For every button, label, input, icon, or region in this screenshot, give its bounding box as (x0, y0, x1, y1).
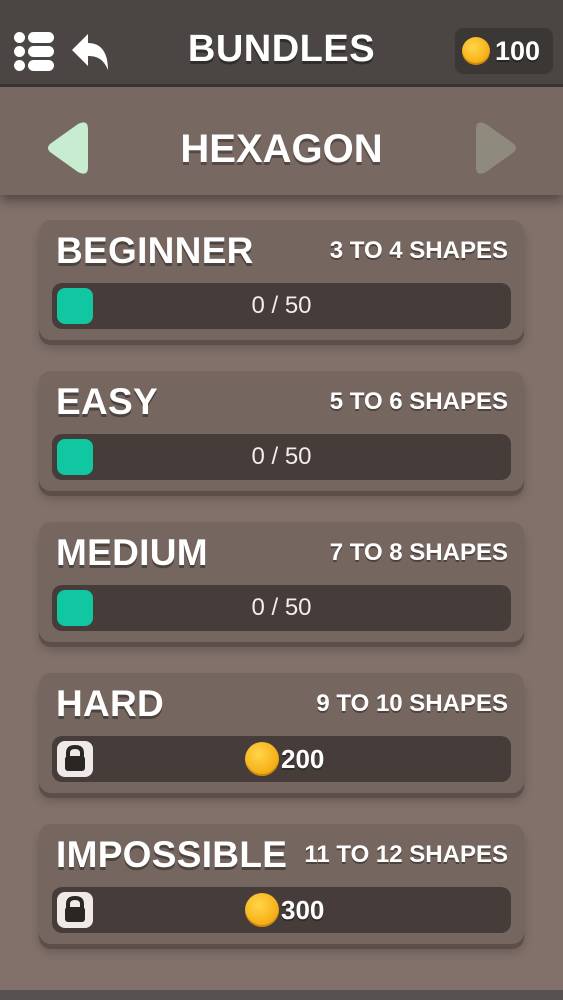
level-name: IMPOSSIBLE (56, 834, 288, 875)
level-shapes: 5 TO 6 SHAPES (329, 388, 508, 415)
coin-icon (245, 742, 279, 776)
level-shapes: 7 TO 8 SHAPES (329, 539, 508, 566)
unlock-bar: 300 (52, 887, 511, 933)
progress-text: 0 / 50 (251, 594, 312, 621)
unlock-bar: 200 (52, 736, 511, 782)
top-bar: BUNDLES 100 (0, 0, 563, 84)
progress-text: 0 / 50 (251, 443, 312, 470)
level-card-hard[interactable]: HARD 9 TO 10 SHAPES 200 (39, 673, 524, 793)
level-shapes: 9 TO 10 SHAPES (316, 690, 508, 717)
bottom-divider (0, 990, 563, 1000)
progress-text: 0 / 50 (251, 292, 312, 319)
level-name: BEGINNER (56, 230, 254, 271)
level-card-beginner[interactable]: BEGINNER 3 TO 4 SHAPES 0 / 50 (39, 220, 524, 340)
progress-bar: 0 / 50 (52, 585, 511, 631)
level-card-easy[interactable]: EASY 5 TO 6 SHAPES 0 / 50 (39, 371, 524, 491)
progress-bar: 0 / 50 (52, 283, 511, 329)
coin-icon (245, 893, 279, 927)
category-header: HEXAGON (0, 87, 563, 195)
price-text: 300 (281, 894, 325, 925)
progress-bar: 0 / 50 (52, 434, 511, 480)
triangle-right-icon[interactable] (474, 121, 520, 175)
level-name: EASY (56, 381, 158, 422)
price-text: 200 (281, 743, 325, 774)
level-shapes: 3 TO 4 SHAPES (329, 237, 508, 264)
coin-icon (462, 37, 490, 65)
lock-icon (57, 741, 93, 777)
lock-icon (57, 892, 93, 928)
level-shapes: 11 TO 12 SHAPES (304, 841, 508, 868)
level-card-impossible[interactable]: IMPOSSIBLE 11 TO 12 SHAPES 300 (39, 824, 524, 944)
coin-balance: 100 (455, 28, 553, 74)
level-name: MEDIUM (56, 532, 208, 573)
level-name: HARD (56, 683, 165, 724)
coin-amount: 100 (495, 36, 541, 66)
unlock-price: 300 (245, 893, 324, 927)
unlock-price: 200 (245, 742, 324, 776)
level-card-medium[interactable]: MEDIUM 7 TO 8 SHAPES 0 / 50 (39, 522, 524, 642)
